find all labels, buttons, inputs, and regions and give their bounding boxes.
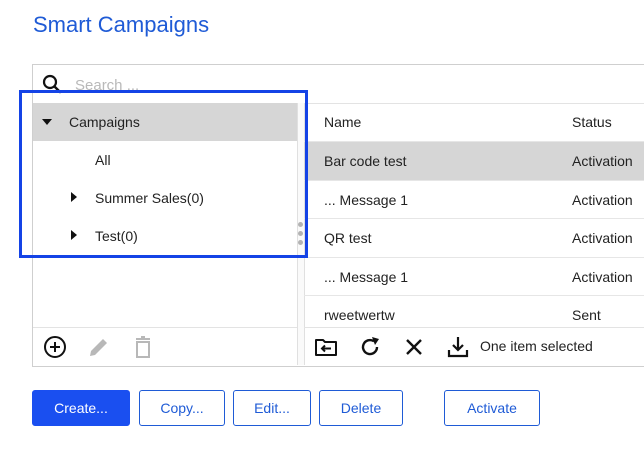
table-row[interactable]: rweetwertw Sent [304,295,644,327]
activate-button[interactable]: Activate [444,390,540,426]
search-icon [42,74,62,94]
page-title: Smart Campaigns [33,12,210,37]
selection-status: One item selected [480,338,593,354]
tree-item-label: Summer Sales(0) [95,190,204,206]
grip-dot [298,222,303,227]
pencil-icon[interactable] [87,335,111,359]
search-bar [33,65,644,104]
table-row[interactable]: ... Message 1 Activation [304,180,644,219]
caret-right-icon[interactable] [69,192,79,202]
create-button[interactable]: Create... [32,390,130,426]
column-header-name[interactable]: Name [324,103,361,141]
add-circle-icon[interactable] [43,335,67,359]
tree-item-summer-sales[interactable]: Summer Sales(0) [33,179,297,217]
tree-item-label: All [95,152,111,168]
download-icon[interactable] [446,335,470,359]
table-row[interactable]: QR test Activation [304,218,644,257]
tree-toolbar [33,327,297,366]
cell-name: ... Message 1 [324,269,409,285]
search-input[interactable] [73,74,477,96]
refresh-icon[interactable] [358,335,382,359]
tree-item-label: Test(0) [95,228,138,244]
grip-dot [298,240,303,245]
cell-name: Bar code test [324,153,407,169]
cell-status: Activation [572,269,633,285]
table-row[interactable]: ... Message 1 Activation [304,257,644,296]
move-to-folder-icon[interactable] [314,335,338,359]
trash-icon[interactable] [131,335,155,359]
folder-tree: Campaigns All Summer Sales(0) Test(0) [33,103,297,327]
cell-name: QR test [324,230,372,246]
edit-button[interactable]: Edit... [233,390,311,426]
campaigns-table: Name Status Bar code test Activation ...… [304,103,644,327]
caret-right-icon[interactable] [69,230,79,240]
cell-name: ... Message 1 [324,192,409,208]
copy-button[interactable]: Copy... [139,390,225,426]
table-row[interactable]: Bar code test Activation [304,141,644,180]
cell-status: Activation [572,192,633,208]
grip-dot [298,231,303,236]
cell-name: rweetwertw [324,307,395,323]
close-icon[interactable] [402,335,426,359]
caret-down-icon[interactable] [42,117,52,127]
tree-item-campaigns[interactable]: Campaigns [33,103,297,141]
tree-item-test[interactable]: Test(0) [33,217,297,255]
cell-status: Sent [572,307,601,323]
cell-status: Activation [572,153,633,169]
delete-button[interactable]: Delete [319,390,403,426]
cell-status: Activation [572,230,633,246]
column-header-status[interactable]: Status [572,103,612,141]
tree-item-all[interactable]: All [33,141,297,179]
table-toolbar: One item selected [304,327,644,366]
tree-item-label: Campaigns [69,114,140,130]
